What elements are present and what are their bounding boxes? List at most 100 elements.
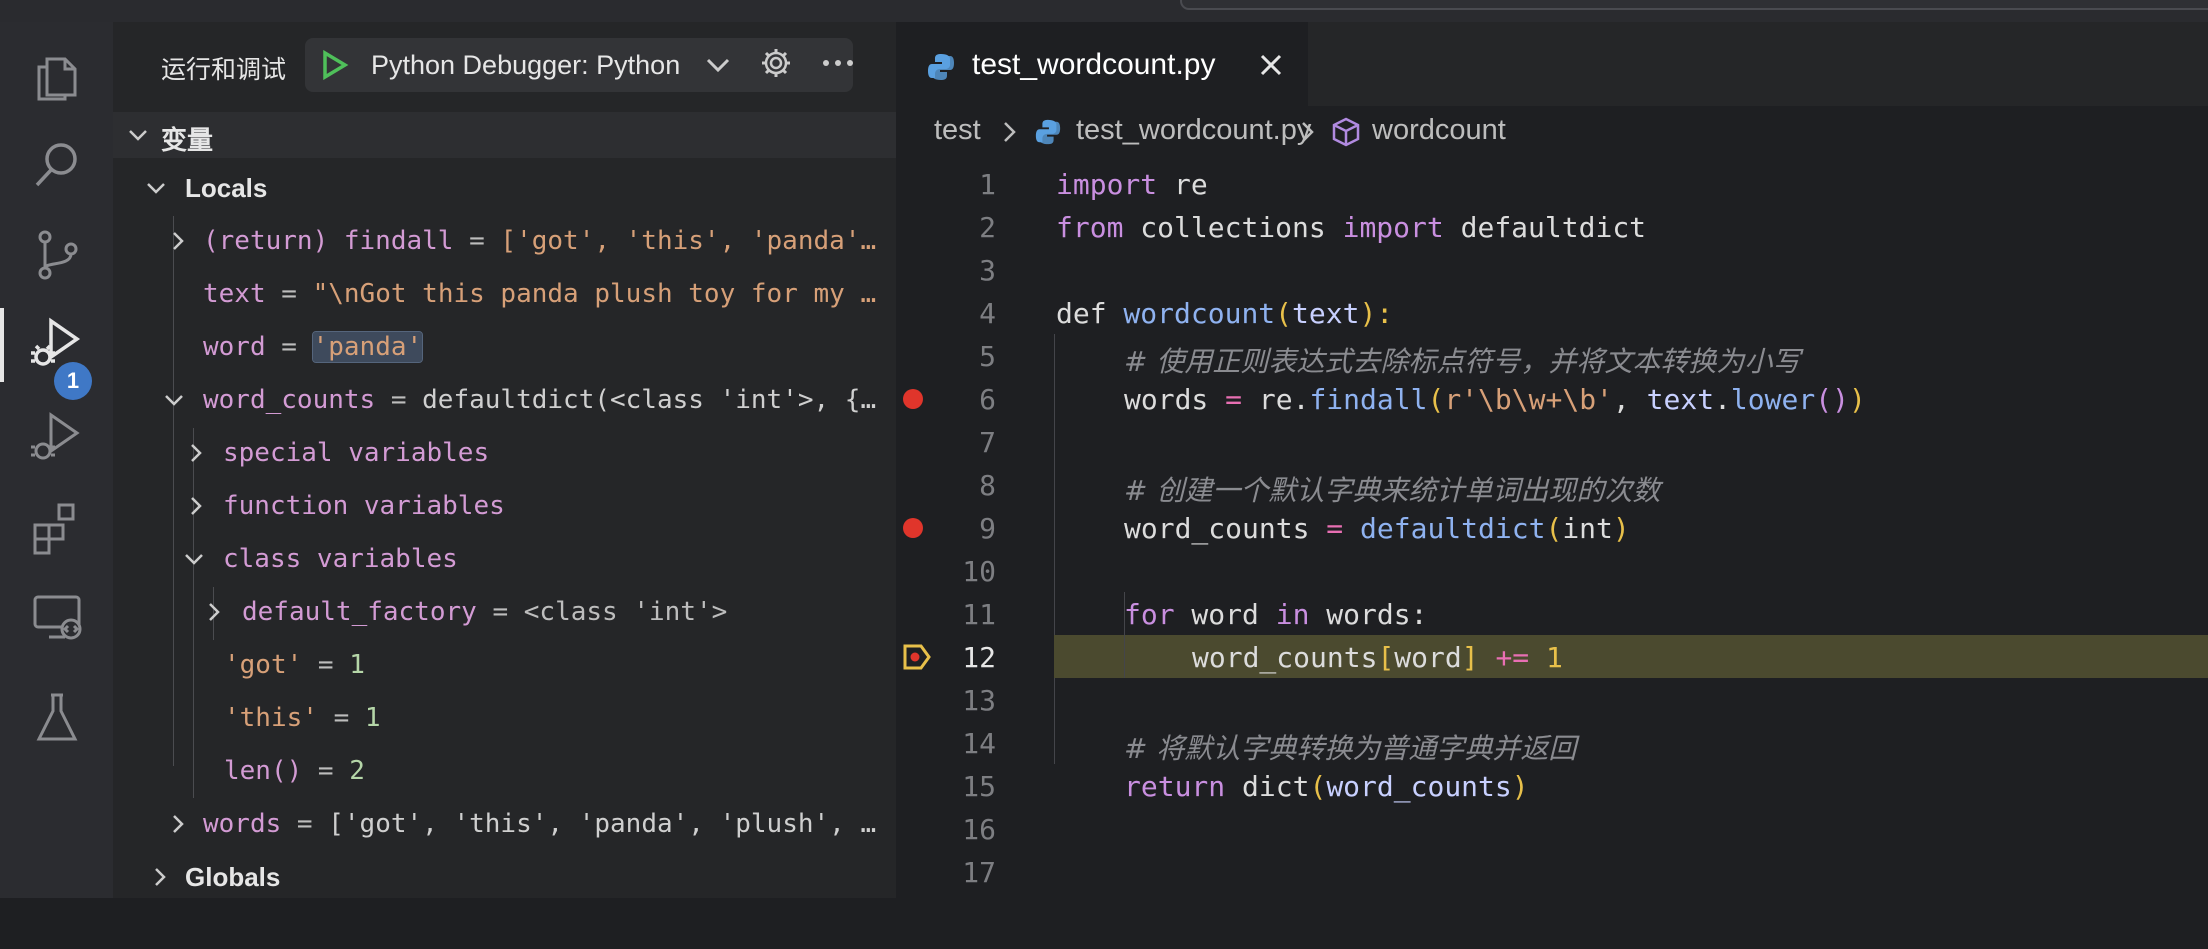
line-number: 4 <box>979 297 996 330</box>
globals-scope[interactable]: Globals <box>113 852 896 898</box>
bracket: [ <box>1377 641 1395 674</box>
function-name: findall <box>1309 383 1428 416</box>
variable-value: ['got', 'this', 'panda'… <box>500 226 877 256</box>
keyword: def <box>1056 297 1107 330</box>
debug-header: 运行和调试 Python Debugger: Python <box>113 22 896 108</box>
variable-eq: = <box>317 703 365 733</box>
window-top-strip <box>0 0 2208 22</box>
activity-bar: 1 <box>0 22 113 898</box>
line-number: 9 <box>979 512 996 545</box>
variable-row[interactable]: word_counts = defaultdict(<class 'int'>,… <box>113 375 896 428</box>
command-center[interactable] <box>1180 0 2208 10</box>
variable-eq: = <box>375 385 423 415</box>
chevron-right-icon <box>191 497 202 515</box>
variable-row[interactable]: 'got' = 1 <box>113 640 896 693</box>
more-actions-icon[interactable] <box>821 46 855 80</box>
variable-group-name: special variables <box>223 438 490 468</box>
variable-eq: = <box>302 756 350 786</box>
variable-group-row[interactable]: class variables <box>113 534 896 587</box>
variables-section-header[interactable]: 变量 <box>113 112 896 158</box>
code-line: 7 <box>896 420 2208 463</box>
breadcrumb-symbol[interactable]: wordcount <box>1372 114 1506 147</box>
code-line: 11 for word in words: <box>896 592 2208 635</box>
keyword: return <box>1124 770 1226 803</box>
search-icon[interactable] <box>0 120 113 210</box>
variable-name: words <box>203 809 282 839</box>
code-text: word_counts <box>1192 641 1378 674</box>
variable-group-row[interactable]: special variables <box>113 428 896 481</box>
chevron-right-icon <box>1004 122 1016 142</box>
testing-icon[interactable] <box>0 662 113 772</box>
line-number: 10 <box>962 555 996 588</box>
operator: = <box>1326 512 1344 545</box>
remote-explorer-icon[interactable] <box>0 572 113 662</box>
variable-eq: = <box>265 332 313 362</box>
variable-value-highlighted: 'panda' <box>311 331 424 363</box>
operator: = <box>1225 383 1243 416</box>
variable-row[interactable]: words = ['got', 'this', 'panda', 'plush'… <box>113 799 896 852</box>
variable-row[interactable]: default_factory = <class 'int'> <box>113 587 896 640</box>
start-debugging-icon[interactable] <box>319 50 349 80</box>
line-number: 3 <box>979 254 996 287</box>
variable-row[interactable]: text = "\nGot this panda plush toy for m… <box>113 269 896 322</box>
code-line: 17 <box>896 850 2208 893</box>
sidebar-title: 运行和调试 <box>161 56 287 84</box>
variable-row[interactable]: len() = 2 <box>113 746 896 799</box>
line-number: 1 <box>979 168 996 201</box>
close-icon[interactable] <box>1258 52 1284 78</box>
chevron-right-icon <box>209 603 220 621</box>
variable-row[interactable]: 'this' = 1 <box>113 693 896 746</box>
paren: ) <box>1848 383 1866 416</box>
chevron-right-icon <box>155 868 166 886</box>
variable-row[interactable]: word = 'panda' <box>113 322 896 375</box>
locals-scope[interactable]: Locals <box>113 163 896 216</box>
source-control-icon[interactable] <box>0 210 113 300</box>
line-number: 14 <box>962 727 996 760</box>
debug-config-label: Python Debugger: Python <box>371 50 681 80</box>
line-number: 7 <box>979 426 996 459</box>
breadcrumb-folder[interactable]: test <box>934 114 981 147</box>
line-number: 2 <box>979 211 996 244</box>
comment: # 将默认字典转换为普通字典并返回 <box>1124 732 1577 765</box>
paren: ) <box>1511 770 1529 803</box>
chevron-right-icon <box>173 232 184 250</box>
code-text: . <box>1714 383 1731 416</box>
code-text: , <box>1612 383 1647 416</box>
code-text: word <box>1174 598 1276 631</box>
keyword: in <box>1275 598 1310 631</box>
chevron-down-icon <box>706 58 730 73</box>
chevron-right-icon <box>173 815 184 833</box>
code-line: 4 def wordcount(text): <box>896 291 2208 334</box>
line-number: 11 <box>962 598 996 631</box>
code-line: 13 <box>896 678 2208 721</box>
variable-group-row[interactable]: function variables <box>113 481 896 534</box>
chevron-down-icon <box>147 183 165 194</box>
extensions-icon[interactable] <box>0 482 113 572</box>
tab-label: test_wordcount.py <box>972 48 1216 81</box>
variable-value: 2 <box>349 756 365 786</box>
code-line-current: 12 word_counts[word] += 1 <box>896 635 2208 678</box>
explorer-icon[interactable] <box>0 30 113 120</box>
code-line: 5 # 使用正则表达式去除标点符号，并将文本转换为小写 <box>896 334 2208 378</box>
gear-icon[interactable] <box>759 46 793 80</box>
chevron-down-icon <box>165 395 183 406</box>
run-and-debug-icon[interactable]: 1 <box>0 300 113 400</box>
breadcrumb-file[interactable]: test_wordcount.py <box>1076 114 1311 147</box>
variable-value: 1 <box>349 650 365 680</box>
variable-value: ['got', 'this', 'panda', 'plush', … <box>328 809 877 839</box>
paren: ( <box>1275 297 1293 330</box>
run-icon[interactable] <box>0 392 113 482</box>
paren: ): <box>1359 297 1394 330</box>
variable: word_counts <box>1326 770 1512 803</box>
variables-section-label: 变量 <box>161 125 214 155</box>
variable-row[interactable]: (return) findall = ['got', 'this', 'pand… <box>113 216 896 269</box>
code-line: 8 # 创建一个默认字典来统计单词出现的次数 <box>896 463 2208 507</box>
variable-name: text <box>203 279 266 309</box>
tab-test-wordcount[interactable]: test_wordcount.py <box>896 22 1308 108</box>
variable-name: default_factory <box>242 597 477 627</box>
globals-label: Globals <box>185 862 281 892</box>
paren: ( <box>1309 770 1327 803</box>
code-text: collections <box>1123 211 1343 244</box>
method-cube-icon <box>1332 117 1360 147</box>
code-text: re. <box>1242 383 1310 416</box>
